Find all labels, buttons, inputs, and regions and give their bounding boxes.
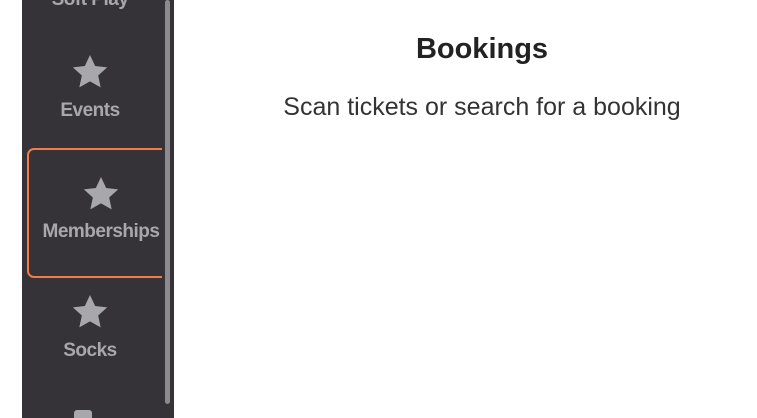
sidebar-item-label: Soft Play: [22, 0, 158, 10]
page-title: Bookings: [415, 33, 549, 65]
sidebar-item-label: Memberships: [42, 221, 160, 242]
sidebar-scrollbar-thumb[interactable]: [165, 0, 170, 404]
star-icon: [72, 55, 108, 88]
star-icon: [83, 177, 119, 210]
sidebar-item-memberships[interactable]: Memberships: [27, 148, 174, 278]
sidebar-item-soft-play[interactable]: Soft Play: [22, 0, 158, 12]
sidebar-item-label: Socks: [63, 340, 117, 361]
sidebar-item-next-icon[interactable]: [74, 410, 92, 418]
sidebar: Soft Play Events Memberships Socks: [22, 0, 174, 418]
main-content: Bookings Scan tickets or search for a bo…: [176, 0, 757, 418]
app-window: Soft Play Events Memberships Socks Booki…: [0, 0, 757, 418]
sidebar-item-events[interactable]: Events: [22, 52, 158, 138]
sidebar-item-socks[interactable]: Socks: [22, 292, 158, 378]
star-icon: [72, 295, 108, 328]
page-subtitle: Scan tickets or search for a booking: [283, 93, 681, 121]
sidebar-item-label: Events: [60, 100, 120, 121]
